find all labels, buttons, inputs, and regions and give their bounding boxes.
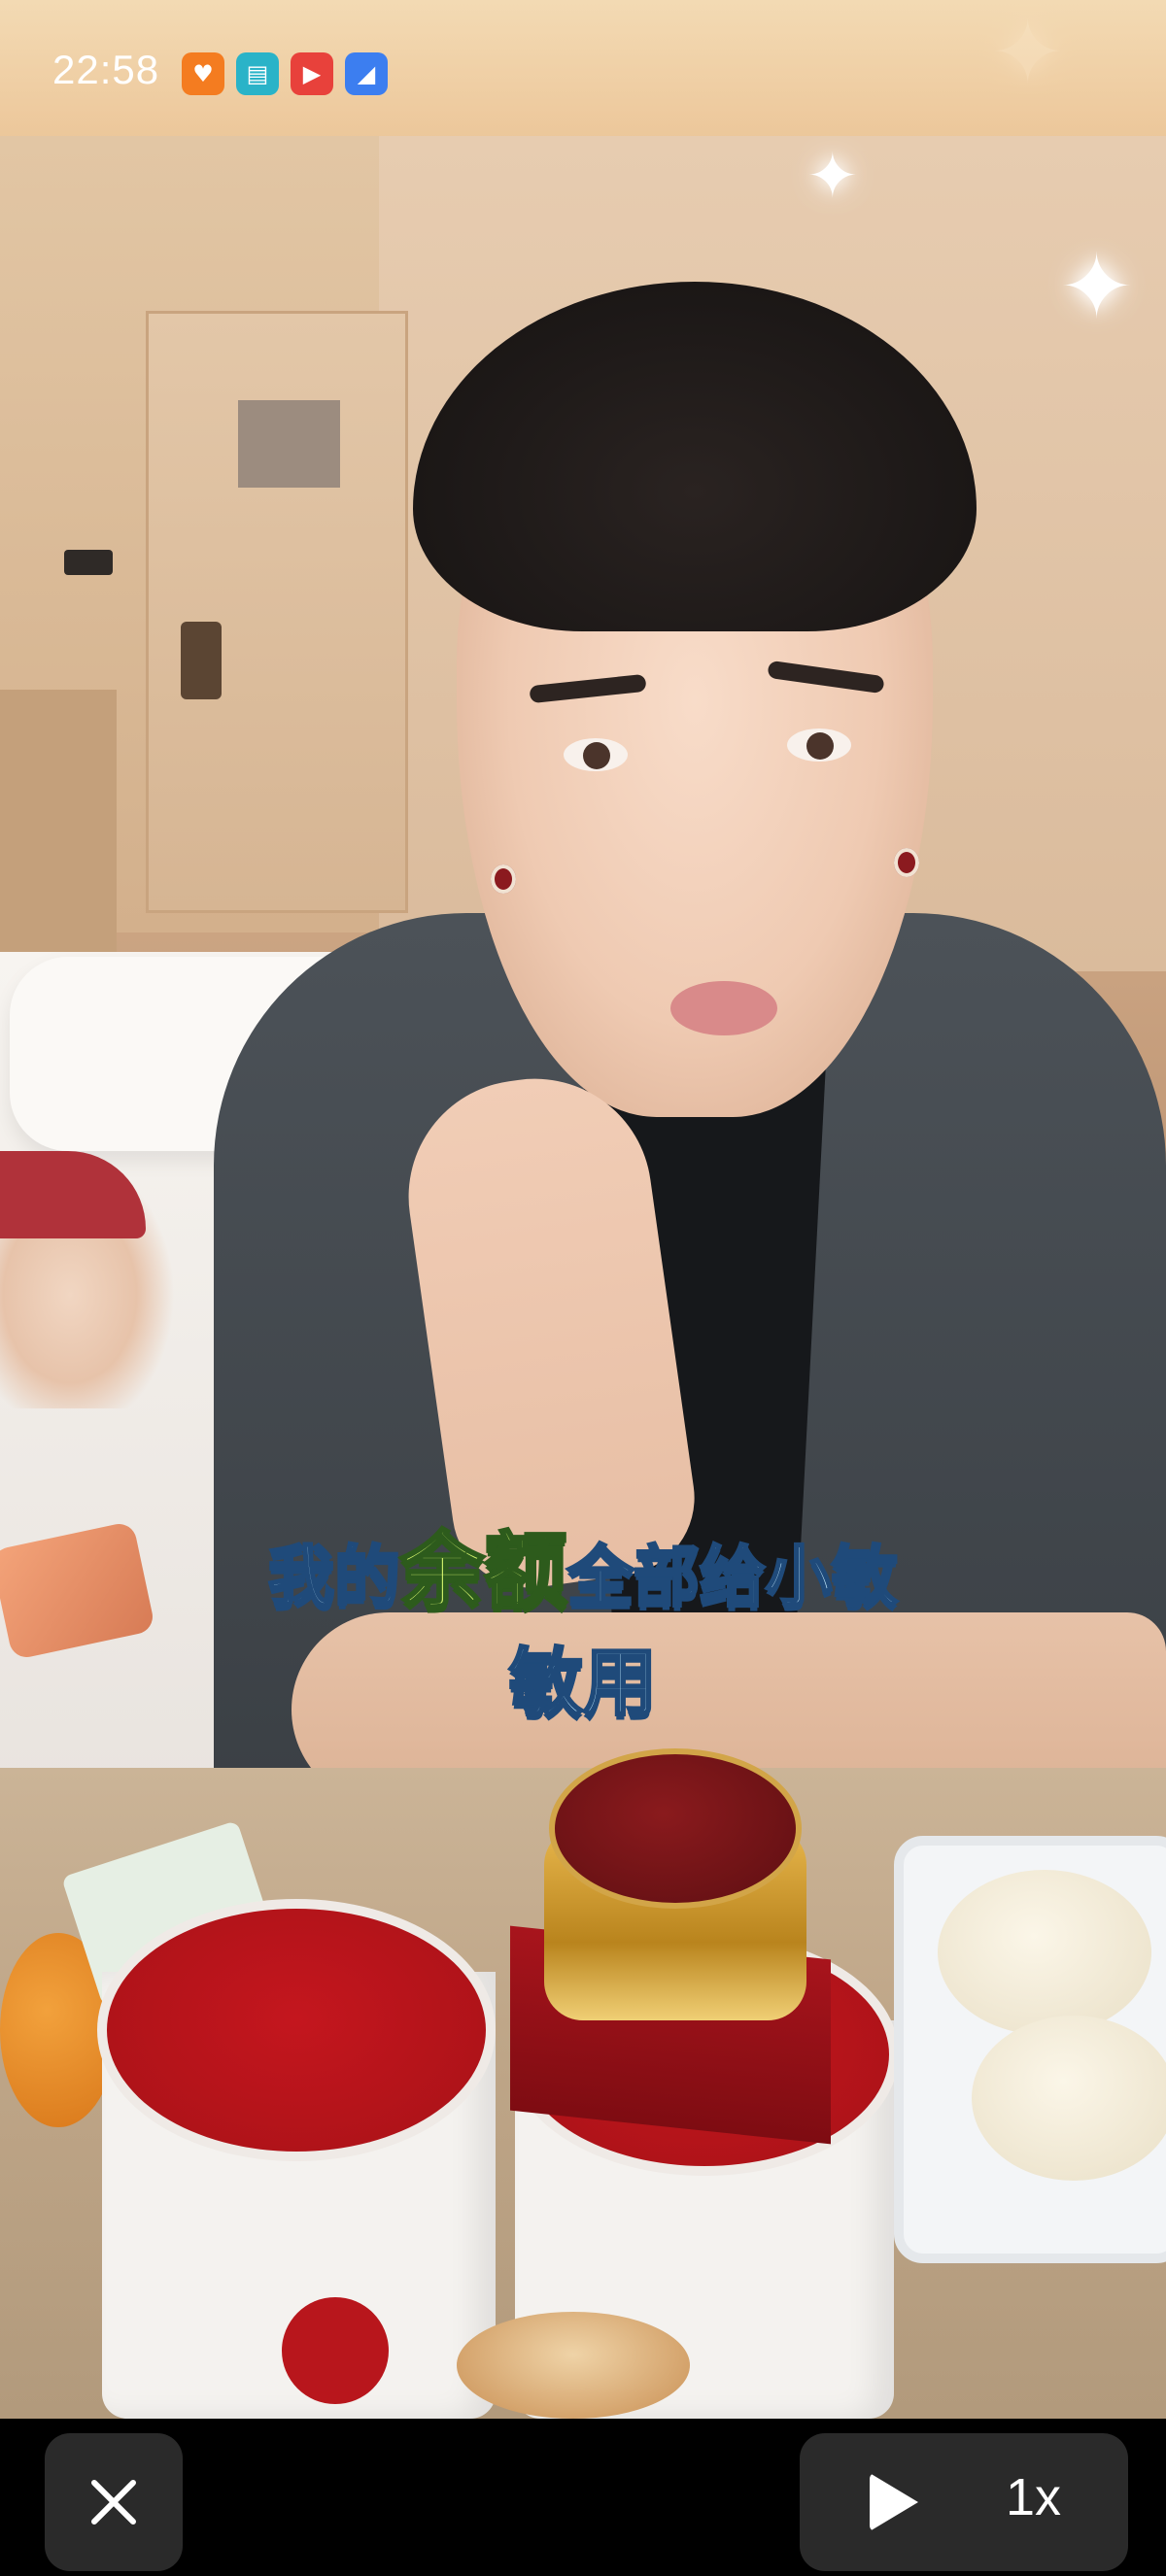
play-icon[interactable]	[870, 2473, 918, 2531]
left-eye	[564, 738, 628, 771]
compass-app-icon: ◢	[345, 52, 388, 95]
lips	[670, 981, 777, 1035]
subtitle-line-1: 我的余额全部给小敏	[0, 1529, 1166, 1616]
door-sign	[238, 400, 340, 488]
steamed-bun	[938, 1870, 1151, 2035]
cup-lid-left	[97, 1899, 496, 2161]
book-app-icon: ▤	[236, 52, 279, 95]
video-frame[interactable]: ✦ ✦ ✦ 我的余额全部给小敏 敏用 22:58 ♥ ▤ ▶ ◢	[0, 0, 1166, 2419]
cream-jar-lid	[549, 1748, 802, 1909]
right-eye	[787, 729, 851, 762]
video-app-icon: ▶	[291, 52, 333, 95]
close-button[interactable]	[45, 2433, 183, 2571]
playback-speed-button[interactable]: 1x	[1006, 2467, 1061, 2527]
playback-controls	[800, 2433, 1128, 2571]
subtitle-line-2: 敏用	[508, 1640, 659, 1726]
door-handle	[181, 622, 222, 699]
steamed-bun	[972, 2016, 1166, 2181]
subtitle-text: 我的	[266, 1540, 401, 1616]
cup-logo	[282, 2297, 389, 2404]
shelf	[0, 690, 117, 981]
subtitle-highlight: 余额	[399, 1523, 569, 1620]
earring	[894, 848, 919, 877]
status-time: 22:58	[52, 47, 160, 92]
status-bar: 22:58 ♥ ▤ ▶ ◢	[0, 0, 1166, 136]
close-icon	[91, 2480, 136, 2525]
earring	[491, 864, 516, 894]
sparkle-icon: ✦	[806, 141, 859, 213]
bread	[457, 2312, 690, 2419]
subtitle-text: 全部给小敏	[566, 1540, 899, 1616]
sparkle-icon: ✦	[1059, 235, 1135, 339]
heart-app-icon: ♥	[182, 52, 224, 95]
light-switch	[64, 550, 113, 575]
